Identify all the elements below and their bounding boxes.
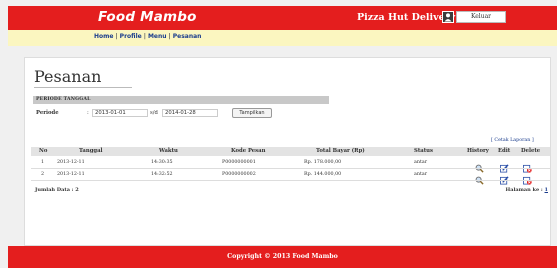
cell-status: antar [414,159,428,165]
period-section-header: PERIODE TANGGAL [33,96,329,104]
cell-total: Rp. 144.000,00 [304,171,342,177]
col-no: No [39,148,48,154]
period-label: Periode [36,110,59,116]
cell-kode: P0000000001 [222,159,256,165]
nav-pesanan[interactable]: Pesanan [173,33,202,40]
date-to-input[interactable]: 2014-01-28 [162,109,218,117]
period-colon: : [87,110,89,116]
delete-icon[interactable] [523,158,532,173]
content-panel: Pesanan PERIODE TANGGAL Periode : 2013-0… [24,57,551,246]
table-footer: Jumlah Data : 2 Halaman ke : 1 [31,187,550,195]
data-count: Jumlah Data : 2 [35,187,79,193]
cell-no: 1 [41,159,45,165]
title-divider [34,87,132,88]
cell-tanggal: 2013-12-11 [57,171,85,177]
store-name: Pizza Hut Delivery [357,12,456,23]
page-label: Halaman ke : [505,187,543,193]
col-waktu: Waktu [159,148,178,154]
delete-icon[interactable] [523,170,532,185]
date-from-input[interactable]: 2013-01-01 [92,109,148,117]
until-label: s/d [150,110,158,116]
edit-pencil-icon[interactable] [500,158,509,173]
nav-separator: | [115,33,118,40]
history-magnifier-icon[interactable] [475,158,484,173]
col-status: Status [414,148,433,154]
nav-separator: | [143,33,146,40]
col-kode: Kode Pesan [231,148,266,154]
cell-status: antar [414,171,428,177]
app-window: Food Mambo Pizza Hut Delivery Keluar Hom… [0,0,557,268]
cell-kode: P0000000002 [222,171,256,177]
cell-waktu: 14:32:52 [151,171,173,177]
col-total: Total Bayar (Rp) [316,148,365,154]
show-button[interactable]: Tampilkan [232,108,272,118]
table-row: 1 2013-12-11 14:30:35 P0000000001 Rp. 17… [31,158,550,173]
nav-separator: | [168,33,171,40]
nav-bar: Home | Profile | Menu | Pesanan [8,30,557,46]
edit-pencil-icon[interactable] [500,170,509,185]
table-header: No Tanggal Waktu Kode Pesan Total Bayar … [31,147,550,156]
page-title: Pesanan [34,67,102,86]
nav-menu[interactable]: Menu [148,33,167,40]
cell-total: Rp. 178.000,00 [304,159,342,165]
history-magnifier-icon[interactable] [475,170,484,185]
user-icon [442,11,454,23]
pagination: Halaman ke : 1 [506,187,548,193]
cell-no: 2 [41,171,45,177]
print-report-link[interactable]: [ Cetak Laporan ] [491,138,534,143]
row-divider [31,180,550,181]
cell-waktu: 14:30:35 [151,159,173,165]
brand-logo[interactable]: Food Mambo [98,9,197,25]
header-bar: Food Mambo Pizza Hut Delivery Keluar [8,6,557,30]
table-row: 2 2013-12-11 14:32:52 P0000000002 Rp. 14… [31,170,550,185]
nav-links: Home | Profile | Menu | Pesanan [94,33,201,40]
row-divider [31,168,550,169]
footer-bar: Copyright © 2013 Food Mambo [8,246,557,268]
logout-button[interactable]: Keluar [456,11,506,23]
col-delete: Delete [521,148,541,154]
copyright-text: Copyright © 2013 Food Mambo [227,253,338,260]
col-history: History [467,148,489,154]
nav-home[interactable]: Home [94,33,113,40]
cell-tanggal: 2013-12-11 [57,159,85,165]
col-edit: Edit [498,148,511,154]
nav-profile[interactable]: Profile [120,33,142,40]
col-tanggal: Tanggal [79,148,103,154]
page-link[interactable]: 1 [545,187,548,193]
